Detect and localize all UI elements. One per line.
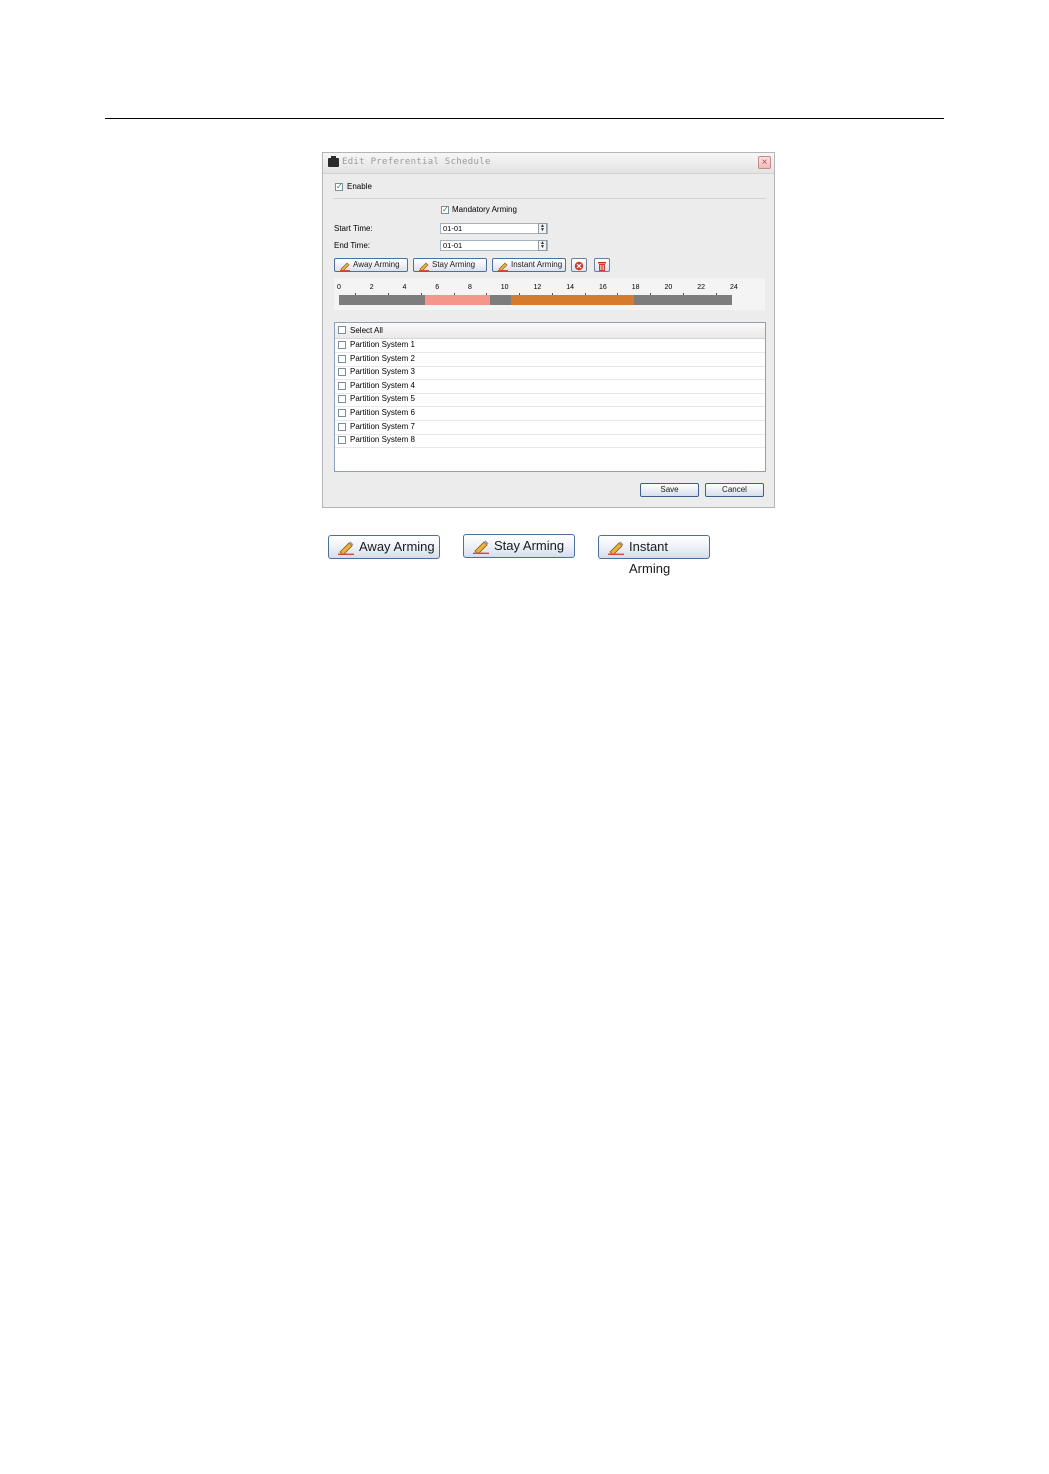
- timeline-track[interactable]: [339, 295, 732, 305]
- instant-arming-button[interactable]: Instant Arming: [492, 258, 566, 272]
- stay-arming-legend-label: Stay Arming: [494, 538, 565, 553]
- timeline-tick-label: 4: [402, 284, 407, 291]
- schedule-timeline[interactable]: 0 2 4 6 8 10 12 14 16 18 20 22 24: [334, 278, 765, 310]
- list-item[interactable]: Partition System 5: [335, 393, 765, 408]
- pencil-icon: [340, 262, 350, 271]
- partition-checkbox[interactable]: [338, 354, 346, 363]
- away-arming-legend-label: Away Arming: [359, 539, 435, 554]
- erase-icon: [574, 261, 584, 271]
- timeline-tick-label: 16: [599, 284, 607, 291]
- timeline-segment-stay[interactable]: [424, 295, 491, 305]
- partition-label: Partition System 2: [350, 353, 415, 363]
- partition-checkbox[interactable]: [338, 381, 346, 390]
- lock-icon: [328, 156, 339, 167]
- trash-icon: [598, 262, 606, 271]
- list-item[interactable]: Partition System 3: [335, 366, 765, 381]
- timeline-tick-label: 24: [730, 284, 738, 291]
- partition-checkbox[interactable]: [338, 368, 346, 377]
- start-time-input[interactable]: 01-01: [440, 223, 548, 234]
- partition-label: Partition System 6: [350, 408, 415, 417]
- partition-label: Partition System 4: [350, 380, 415, 390]
- partition-label: Partition System 5: [350, 394, 415, 404]
- mandatory-arming-checkbox[interactable]: ✓: [441, 206, 449, 214]
- page-header-rule: [105, 118, 944, 119]
- timeline-tick-label: 20: [664, 284, 673, 291]
- delete-button[interactable]: [594, 258, 610, 272]
- end-time-spinner[interactable]: ▲ ▼: [538, 240, 547, 251]
- timeline-tick-label: 12: [533, 284, 542, 291]
- stay-arming-legend-button[interactable]: Stay Arming: [463, 534, 575, 558]
- timeline-tick-label: 22: [697, 284, 706, 291]
- erase-button[interactable]: [571, 258, 587, 272]
- pencil-icon: [498, 262, 508, 271]
- instant-arming-legend-label: Instant Arming: [629, 539, 671, 576]
- instant-arming-label: Instant Arming: [511, 260, 563, 269]
- pencil-icon: [608, 541, 624, 555]
- instant-arming-legend-button[interactable]: Instant Arming: [598, 535, 710, 576]
- list-item[interactable]: Partition System 6: [335, 407, 765, 421]
- enable-checkbox[interactable]: ✓: [335, 183, 343, 191]
- list-item[interactable]: Partition System 2: [335, 353, 765, 367]
- timeline-tick-label: 6: [435, 284, 440, 291]
- partition-checkbox[interactable]: [338, 409, 346, 417]
- timeline-tick-label: 10: [500, 284, 509, 291]
- partition-checkbox[interactable]: [338, 422, 346, 431]
- partition-checkbox[interactable]: [338, 395, 346, 404]
- list-item[interactable]: Partition System 7: [335, 421, 765, 435]
- partition-label: Partition System 1: [350, 340, 415, 349]
- away-arming-label: Away Arming: [353, 260, 400, 269]
- partition-label: Partition System 7: [350, 421, 415, 431]
- timeline-segment-away[interactable]: [510, 295, 634, 305]
- cancel-button[interactable]: Cancel: [705, 483, 764, 497]
- start-time-spinner[interactable]: ▲ ▼: [538, 223, 547, 234]
- away-arming-legend-button[interactable]: Away Arming: [328, 535, 440, 559]
- dialog-titlebar: Edit Preferential Schedule ×: [323, 153, 774, 174]
- list-item[interactable]: Partition System 4: [335, 380, 765, 394]
- pencil-icon: [473, 540, 489, 554]
- divider: [333, 198, 766, 199]
- timeline-tick-label: 2: [369, 284, 374, 291]
- dialog-title: Edit Preferential Schedule: [342, 157, 491, 167]
- timeline-tick-label: 18: [631, 284, 640, 291]
- stay-arming-button[interactable]: Stay Arming: [413, 258, 487, 272]
- end-time-label: End Time:: [334, 241, 371, 250]
- partition-checkbox[interactable]: [338, 341, 346, 349]
- list-item[interactable]: Partition System 1: [335, 339, 765, 353]
- timeline-tick-label: 0: [337, 284, 341, 291]
- stay-arming-label: Stay Arming: [432, 260, 476, 269]
- enable-label: Enable: [347, 182, 372, 191]
- select-all-label: Select All: [350, 326, 383, 335]
- pencil-icon: [338, 541, 354, 555]
- partition-checkbox[interactable]: [338, 436, 346, 445]
- edit-schedule-dialog: Edit Preferential Schedule × ✓ Enable ✓ …: [322, 152, 775, 508]
- mandatory-arming-label: Mandatory Arming: [452, 205, 517, 214]
- timeline-tick-label: 14: [566, 284, 575, 291]
- save-button[interactable]: Save: [640, 483, 699, 497]
- timeline-tick-label: 8: [468, 284, 472, 291]
- close-icon[interactable]: ×: [758, 156, 771, 169]
- partition-label: Partition System 3: [350, 367, 415, 377]
- end-time-input[interactable]: 01-01: [440, 240, 548, 251]
- pencil-icon: [419, 262, 429, 271]
- partition-list: Select All Partition System 1 Partition S…: [334, 322, 766, 472]
- partition-label: Partition System 8: [350, 435, 415, 445]
- start-time-label: Start Time:: [334, 224, 373, 233]
- list-item[interactable]: Partition System 8: [335, 434, 765, 449]
- select-all-checkbox[interactable]: [338, 326, 346, 334]
- list-header: Select All: [335, 323, 765, 339]
- away-arming-button[interactable]: Away Arming: [334, 258, 408, 272]
